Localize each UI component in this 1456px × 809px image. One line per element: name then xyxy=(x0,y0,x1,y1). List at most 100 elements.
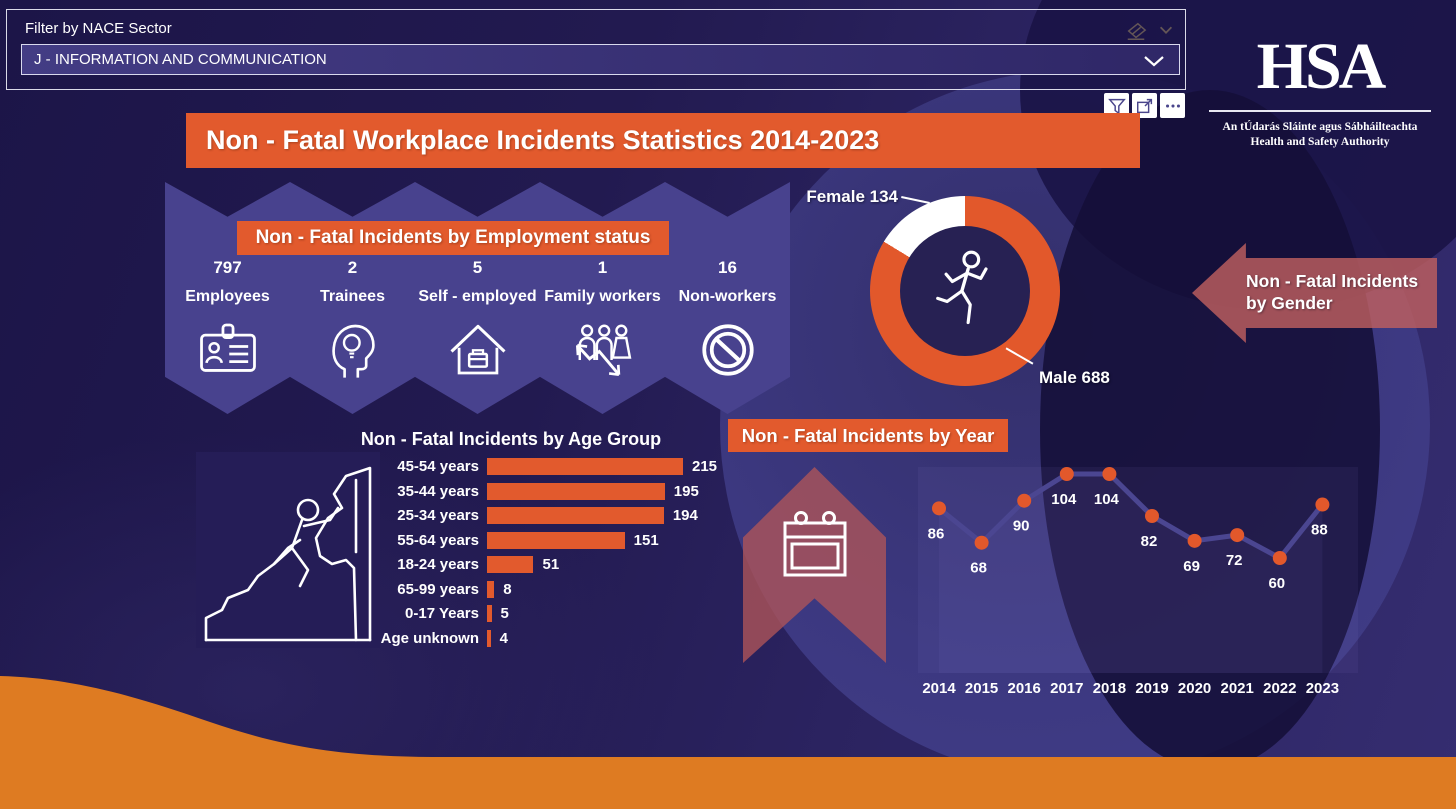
year-data-label: 82 xyxy=(1141,533,1158,550)
year-axis-label: 2017 xyxy=(1050,680,1083,697)
year-line-chart[interactable]: 8620146820159020161042017104201882201969… xyxy=(898,455,1380,705)
running-person-icon xyxy=(933,249,997,333)
home-briefcase-icon xyxy=(415,320,540,378)
year-data-label: 68 xyxy=(970,560,987,577)
age-bar-row: 25-34 years 194 xyxy=(337,506,767,525)
dashboard: Filter by NACE Sector J - INFORMATION AN… xyxy=(0,0,1456,809)
age-bar-row: Age unknown4 xyxy=(337,629,767,648)
trainees-label: Trainees xyxy=(290,288,415,306)
employment-card-family-workers[interactable]: 1 Family workers xyxy=(540,182,665,414)
year-data-point[interactable] xyxy=(1145,509,1159,523)
collapse-chevron-down-icon[interactable] xyxy=(1157,21,1175,39)
year-data-label: 104 xyxy=(1094,491,1120,508)
year-data-point[interactable] xyxy=(1230,528,1244,542)
trainees-value: 2 xyxy=(290,258,415,278)
slicer-title: Filter by NACE Sector xyxy=(25,20,172,37)
year-data-label: 104 xyxy=(1051,491,1077,508)
year-data-point[interactable] xyxy=(1102,467,1116,481)
gender-section-title-line2: by Gender xyxy=(1246,292,1418,314)
year-data-point[interactable] xyxy=(1273,551,1287,565)
calendar-icon xyxy=(781,507,849,581)
age-bar-label: 0-17 Years xyxy=(337,605,487,622)
age-bar-value: 8 xyxy=(503,581,511,598)
age-bar-row: 65-99 years 8 xyxy=(337,580,767,599)
age-bar-row: 55-64 years151 xyxy=(337,531,767,550)
year-data-point[interactable] xyxy=(1188,534,1202,548)
year-data-label: 90 xyxy=(1013,518,1030,535)
age-bar-label: 45-54 years xyxy=(337,458,487,475)
age-bar-label: 35-44 years xyxy=(337,483,487,500)
year-axis-label: 2014 xyxy=(922,680,956,697)
hsa-logo-subtitle-english: Health and Safety Authority xyxy=(1195,135,1445,150)
family-workers-label: Family workers xyxy=(540,288,665,306)
hsa-logo-divider xyxy=(1209,110,1431,112)
age-bar[interactable] xyxy=(487,458,683,475)
gender-donut-ring[interactable] xyxy=(870,196,1060,386)
employees-value: 797 xyxy=(165,258,290,278)
family-workers-value: 1 xyxy=(540,258,665,278)
dropdown-chevron-down-icon xyxy=(1143,55,1165,67)
age-bar-chart: 45-54 years215 35-44 years 195 25-34 years 1… xyxy=(337,457,767,653)
more-options-button[interactable] xyxy=(1160,93,1185,118)
gender-section-title-line1: Non - Fatal Incidents xyxy=(1246,270,1418,292)
id-card-icon xyxy=(165,320,290,378)
age-bar[interactable] xyxy=(487,507,664,524)
year-section-title: Non - Fatal Incidents by Year xyxy=(728,419,1008,452)
year-data-point[interactable] xyxy=(975,536,989,550)
employment-card-employees[interactable]: 797 Employees xyxy=(165,182,290,414)
age-bar[interactable] xyxy=(487,483,665,500)
age-bar-label: 65-99 years xyxy=(337,581,487,598)
hsa-logo: HSA An tÚdarás Sláinte agus Sábháilteach… xyxy=(1195,28,1445,150)
age-bar-value: 151 xyxy=(634,532,659,549)
year-data-label: 69 xyxy=(1183,558,1200,575)
year-data-point[interactable] xyxy=(932,501,946,515)
age-section-title: Non - Fatal Incidents by Age Group xyxy=(326,429,696,450)
female-data-label: Female 134 xyxy=(780,187,898,207)
age-bar-label: 25-34 years xyxy=(337,507,487,524)
self-employed-label: Self - employed xyxy=(415,288,540,306)
year-axis-label: 2019 xyxy=(1135,680,1168,697)
age-bar-row: 0-17 Years 5 xyxy=(337,604,767,623)
no-entry-icon xyxy=(665,320,790,380)
year-axis-label: 2022 xyxy=(1263,680,1296,697)
employees-label: Employees xyxy=(165,288,290,306)
age-bar-value: 5 xyxy=(501,605,509,622)
employment-card-self-employed[interactable]: 5 Self - employed xyxy=(415,182,540,414)
age-bar-value: 195 xyxy=(674,483,699,500)
clear-selections-eraser-icon[interactable] xyxy=(1125,21,1147,41)
age-bar-row: 35-44 years 195 xyxy=(337,482,767,501)
gender-donut-hole xyxy=(900,226,1030,356)
nace-sector-selected-value: J - INFORMATION AND COMMUNICATION xyxy=(34,51,327,68)
age-bar-value: 194 xyxy=(673,507,698,524)
employment-card-trainees[interactable]: 2 Trainees xyxy=(290,182,415,414)
self-employed-value: 5 xyxy=(415,258,540,278)
non-workers-label: Non-workers xyxy=(665,288,790,306)
year-data-point[interactable] xyxy=(1060,467,1074,481)
family-group-icon xyxy=(540,320,665,378)
year-axis-label: 2016 xyxy=(1008,680,1041,697)
age-bar-value: 51 xyxy=(542,556,559,573)
year-axis-label: 2023 xyxy=(1306,680,1339,697)
employment-section-title: Non - Fatal Incidents by Employment stat… xyxy=(237,221,669,255)
year-data-point[interactable] xyxy=(1315,498,1329,512)
hsa-logo-subtitle-irish: An tÚdarás Sláinte agus Sábháilteachta xyxy=(1195,120,1445,135)
age-bar-label: 18-24 years xyxy=(337,556,487,573)
age-bar-row: 45-54 years215 xyxy=(337,457,767,476)
age-bar[interactable] xyxy=(487,605,492,622)
age-bar[interactable] xyxy=(487,581,494,598)
age-bar-label: Age unknown xyxy=(337,630,487,647)
age-bar[interactable] xyxy=(487,532,625,549)
year-data-label: 86 xyxy=(928,525,945,542)
year-data-label: 88 xyxy=(1311,522,1328,539)
year-axis-label: 2021 xyxy=(1221,680,1254,697)
age-bar[interactable] xyxy=(487,556,533,573)
more-options-ellipsis-icon xyxy=(1163,96,1183,116)
age-bar-row: 18-24 years 51 xyxy=(337,555,767,574)
year-data-point[interactable] xyxy=(1017,494,1031,508)
age-bar[interactable] xyxy=(487,630,491,647)
trainee-head-icon xyxy=(290,320,415,380)
nace-sector-dropdown[interactable]: J - INFORMATION AND COMMUNICATION xyxy=(21,44,1180,75)
employment-card-non-workers[interactable]: 16 Non-workers xyxy=(665,182,790,414)
male-data-label: Male 688 xyxy=(1039,368,1110,388)
hsa-logo-text: HSA xyxy=(1195,28,1445,106)
